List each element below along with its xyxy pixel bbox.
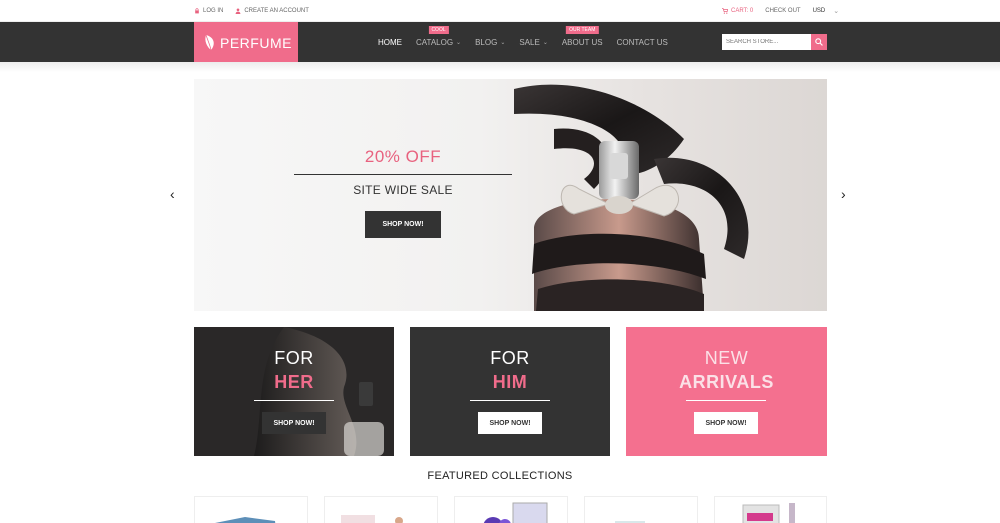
banner-him-divider (470, 400, 550, 401)
create-account-label: CREATE AN ACCOUNT (244, 8, 309, 14)
product-image (615, 521, 645, 523)
login-label: LOG IN (203, 8, 224, 14)
search-input[interactable] (722, 34, 811, 50)
login-link[interactable]: LOG IN (194, 8, 223, 14)
nav-sale-label: SALE (519, 37, 540, 47)
nav-home-label: HOME (378, 37, 402, 47)
search-bar (722, 34, 827, 50)
leaf-icon (205, 34, 214, 50)
logo-text: PERFUME (220, 34, 292, 51)
product-image (341, 515, 403, 523)
cart-icon (722, 8, 728, 14)
product-image (483, 502, 548, 523)
create-account-link[interactable]: CREATE AN ACCOUNT (235, 8, 309, 14)
product-card[interactable] (454, 496, 568, 523)
banner-her-shop-button[interactable]: SHOP NOW! (262, 412, 326, 434)
nav-contact[interactable]: CONTACT US (617, 38, 668, 47)
slide-shop-now-button[interactable]: SHOP NOW! (365, 211, 441, 238)
cart-label: CART: 0 (731, 8, 754, 14)
search-icon (815, 38, 823, 46)
main-nav: HOME COOL CATALOG ⌄ BLOG ⌄ SALE ⌄ OUR TE… (378, 22, 668, 62)
nav-badge-our-team: OUR TEAM (566, 25, 599, 34)
checkout-label: CHECK OUT (765, 8, 801, 14)
product-card[interactable] (324, 496, 438, 523)
nav-about-label: ABOUT US (561, 37, 603, 47)
cart-link[interactable]: CART: 0 (722, 8, 753, 14)
logo[interactable]: PERFUME (194, 22, 298, 63)
nav-contact-label: CONTACT US (616, 37, 668, 47)
banner-him-shop-button[interactable]: SHOP NOW! (478, 412, 542, 434)
search-button[interactable] (811, 34, 827, 50)
perfume-bottle-image (514, 84, 749, 311)
nav-sale[interactable]: SALE ⌄ (519, 38, 548, 47)
user-icon (235, 8, 241, 14)
slide-title: 20% OFF (364, 147, 442, 166)
banner-arrivals-line1: NEW (704, 348, 749, 368)
top-bar: LOG IN CREATE AN ACCOUNT CART: 0 CHECK O… (0, 0, 1000, 22)
currency-value: USD (812, 8, 826, 14)
product-image (742, 503, 795, 523)
chevron-down-icon: ⌄ (500, 39, 506, 46)
nav-home[interactable]: HOME (378, 38, 402, 47)
lock-icon (195, 8, 199, 14)
nav-about[interactable]: OUR TEAM ABOUT US (561, 25, 603, 47)
slider-next-arrow[interactable]: › (841, 186, 846, 202)
nav-badge-cool: COOL (428, 25, 449, 34)
main-header: PERFUME HOME COOL CATALOG ⌄ BLOG ⌄ SALE … (0, 22, 1000, 63)
slide-subtitle: SITE WIDE SALE (353, 183, 453, 197)
product-card[interactable] (714, 496, 827, 523)
banner-her-line2: HER (274, 372, 314, 392)
banner-arrivals-line2: ARRIVALS (679, 372, 774, 392)
chevron-down-icon: ⌄ (833, 8, 840, 15)
header-shadow (0, 62, 1000, 72)
chevron-down-icon: ⌄ (542, 39, 548, 46)
slider-prev-arrow[interactable]: ‹ (170, 186, 175, 202)
nav-blog[interactable]: BLOG ⌄ (475, 38, 505, 47)
chevron-down-icon: ⌄ (456, 39, 462, 46)
hero-slider: 20% OFF SITE WIDE SALE SHOP NOW! (194, 79, 827, 311)
checkout-link[interactable]: CHECK OUT (765, 8, 800, 14)
nav-catalog-label: CATALOG (416, 37, 454, 47)
banner-arrivals-shop-button[interactable]: SHOP NOW! (694, 412, 758, 434)
product-image (215, 517, 276, 523)
banner-her-divider (254, 400, 334, 401)
nav-catalog[interactable]: COOL CATALOG ⌄ (416, 25, 462, 47)
banner-for-her[interactable]: FOR HER SHOP NOW! (194, 327, 394, 456)
nav-blog-label: BLOG (475, 37, 498, 47)
product-card[interactable] (584, 496, 698, 523)
slide-divider (294, 174, 512, 175)
product-card[interactable] (194, 496, 308, 523)
currency-selector[interactable]: USD ⌄ (813, 7, 840, 15)
banner-new-arrivals[interactable]: NEW ARRIVALS SHOP NOW! (626, 327, 827, 456)
banner-for-him[interactable]: FOR HIM SHOP NOW! (410, 327, 610, 456)
banner-arrivals-divider (686, 400, 766, 401)
banner-her-line1: FOR (274, 348, 314, 368)
banner-him-line1: FOR (490, 348, 530, 368)
banner-him-line2: HIM (492, 372, 528, 392)
featured-collections-title: FEATURED COLLECTIONS (427, 470, 573, 482)
